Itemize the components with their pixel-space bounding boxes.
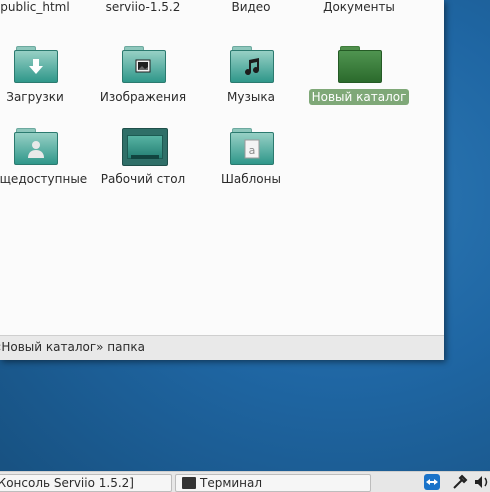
file-manager-window: public_html serviio-1.5.2 Видео Документ… — [0, 0, 444, 360]
task-button-serviio-console[interactable]: [Консоль Serviio 1.5.2] — [0, 474, 172, 492]
volume-icon[interactable] — [474, 474, 490, 490]
public-folder-icon — [14, 128, 58, 166]
pictures-folder-icon — [122, 46, 166, 84]
folder-label: public_html — [0, 0, 70, 14]
folder-item-pictures[interactable]: Изображения — [88, 46, 198, 124]
folder-label: Изображения — [99, 90, 187, 104]
status-bar: «Новый каталог» папка — [0, 335, 444, 360]
folder-item-public-html[interactable]: public_html — [0, 0, 90, 34]
folder-label: Общедоступные — [0, 172, 88, 186]
status-text: «Новый каталог» папка — [0, 340, 145, 354]
folder-item-serviio[interactable]: serviio-1.5.2 — [88, 0, 198, 34]
folder-item-desktop[interactable]: Рабочий стол — [88, 128, 198, 206]
folder-label: Видео — [231, 0, 271, 14]
svg-text:a: a — [249, 144, 256, 157]
folder-item-music[interactable]: Музыка — [196, 46, 306, 124]
folder-item-downloads[interactable]: Загрузки — [0, 46, 90, 124]
music-folder-icon — [230, 46, 274, 84]
folder-icon — [338, 46, 382, 84]
desktop-folder-icon — [122, 128, 168, 166]
folder-label: Загрузки — [6, 90, 64, 104]
folder-label: serviio-1.5.2 — [105, 0, 181, 14]
download-folder-icon — [14, 46, 58, 84]
folder-label: Рабочий стол — [100, 172, 186, 186]
task-button-terminal[interactable]: Терминал — [175, 474, 371, 492]
task-label: Терминал — [200, 476, 263, 490]
tools-icon[interactable] — [452, 474, 468, 490]
folder-item-documents[interactable]: Документы — [304, 0, 414, 34]
folder-label: Музыка — [227, 90, 275, 104]
folder-item-public[interactable]: Общедоступные — [0, 128, 90, 206]
task-label: [Консоль Serviio 1.5.2] — [0, 476, 134, 490]
folder-item-templates[interactable]: a Шаблоны — [196, 128, 306, 206]
teamviewer-icon[interactable] — [424, 474, 440, 490]
folder-item-new-folder[interactable]: Новый каталог — [304, 46, 414, 124]
folder-item-video[interactable]: Видео — [196, 0, 306, 34]
file-view[interactable]: public_html serviio-1.5.2 Видео Документ… — [0, 0, 444, 336]
templates-folder-icon: a — [230, 128, 274, 166]
folder-label: Шаблоны — [221, 172, 281, 186]
folder-label: Документы — [323, 0, 395, 14]
folder-label-selected: Новый каталог — [304, 89, 414, 105]
terminal-icon — [182, 477, 196, 489]
taskbar-panel: [Консоль Serviio 1.5.2] Терминал — [0, 471, 490, 492]
